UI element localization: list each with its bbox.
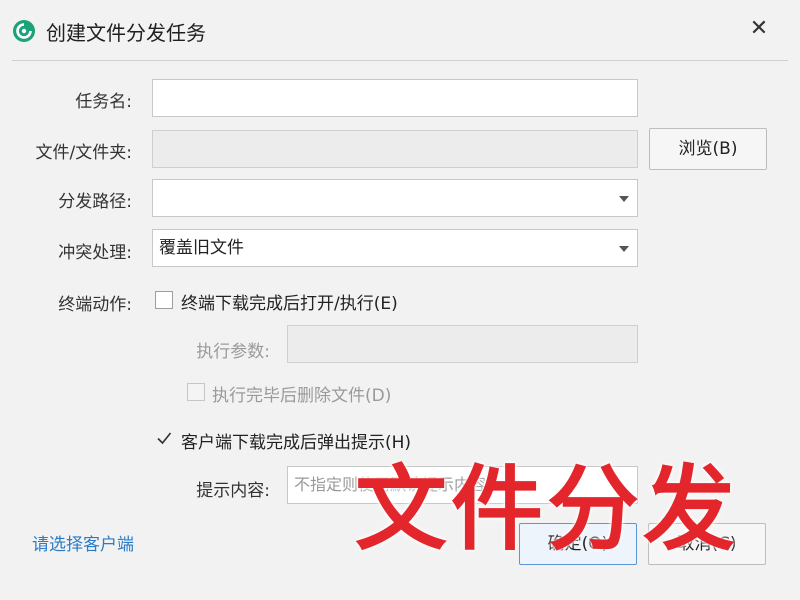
file-input[interactable] xyxy=(152,130,638,168)
open-exec-label: 终端下载完成后打开/执行(E) xyxy=(181,294,398,314)
exec-params-input[interactable] xyxy=(287,325,638,363)
checkmark-icon xyxy=(157,432,172,445)
chevron-down-icon xyxy=(619,196,629,202)
conflict-value: 覆盖旧文件 xyxy=(159,238,244,258)
popup-hint-checkbox[interactable] xyxy=(155,429,173,447)
task-name-input[interactable] xyxy=(152,79,638,117)
hint-content-label: 提示内容: xyxy=(196,481,270,501)
exec-params-label: 执行参数: xyxy=(196,342,270,362)
title-bar: 创建文件分发任务 ✕ xyxy=(0,0,800,62)
window-title: 创建文件分发任务 xyxy=(46,21,206,45)
delete-after-label: 执行完毕后删除文件(D) xyxy=(212,386,392,406)
browse-button[interactable]: 浏览(B) xyxy=(649,128,767,170)
close-icon[interactable]: ✕ xyxy=(744,14,774,44)
terminal-action-label: 终端动作: xyxy=(58,295,132,315)
select-clients-link[interactable]: 请选择客户端 xyxy=(32,530,134,555)
file-label: 文件/文件夹: xyxy=(35,143,132,163)
path-label: 分发路径: xyxy=(58,192,132,212)
delete-after-checkbox[interactable] xyxy=(187,383,205,401)
chevron-down-icon xyxy=(619,246,629,252)
watermark-text: 文件分发 xyxy=(355,456,740,563)
path-dropdown[interactable] xyxy=(152,179,638,217)
task-name-label: 任务名: xyxy=(75,92,132,112)
conflict-dropdown[interactable]: 覆盖旧文件 xyxy=(152,229,638,267)
conflict-label: 冲突处理: xyxy=(58,243,132,263)
dialog-window: 创建文件分发任务 ✕ 任务名: 文件/文件夹: 浏览(B) 分发路径: 冲突处理… xyxy=(0,0,800,600)
app-logo-icon xyxy=(13,20,35,42)
open-exec-checkbox[interactable] xyxy=(155,291,173,309)
title-divider xyxy=(12,60,788,61)
